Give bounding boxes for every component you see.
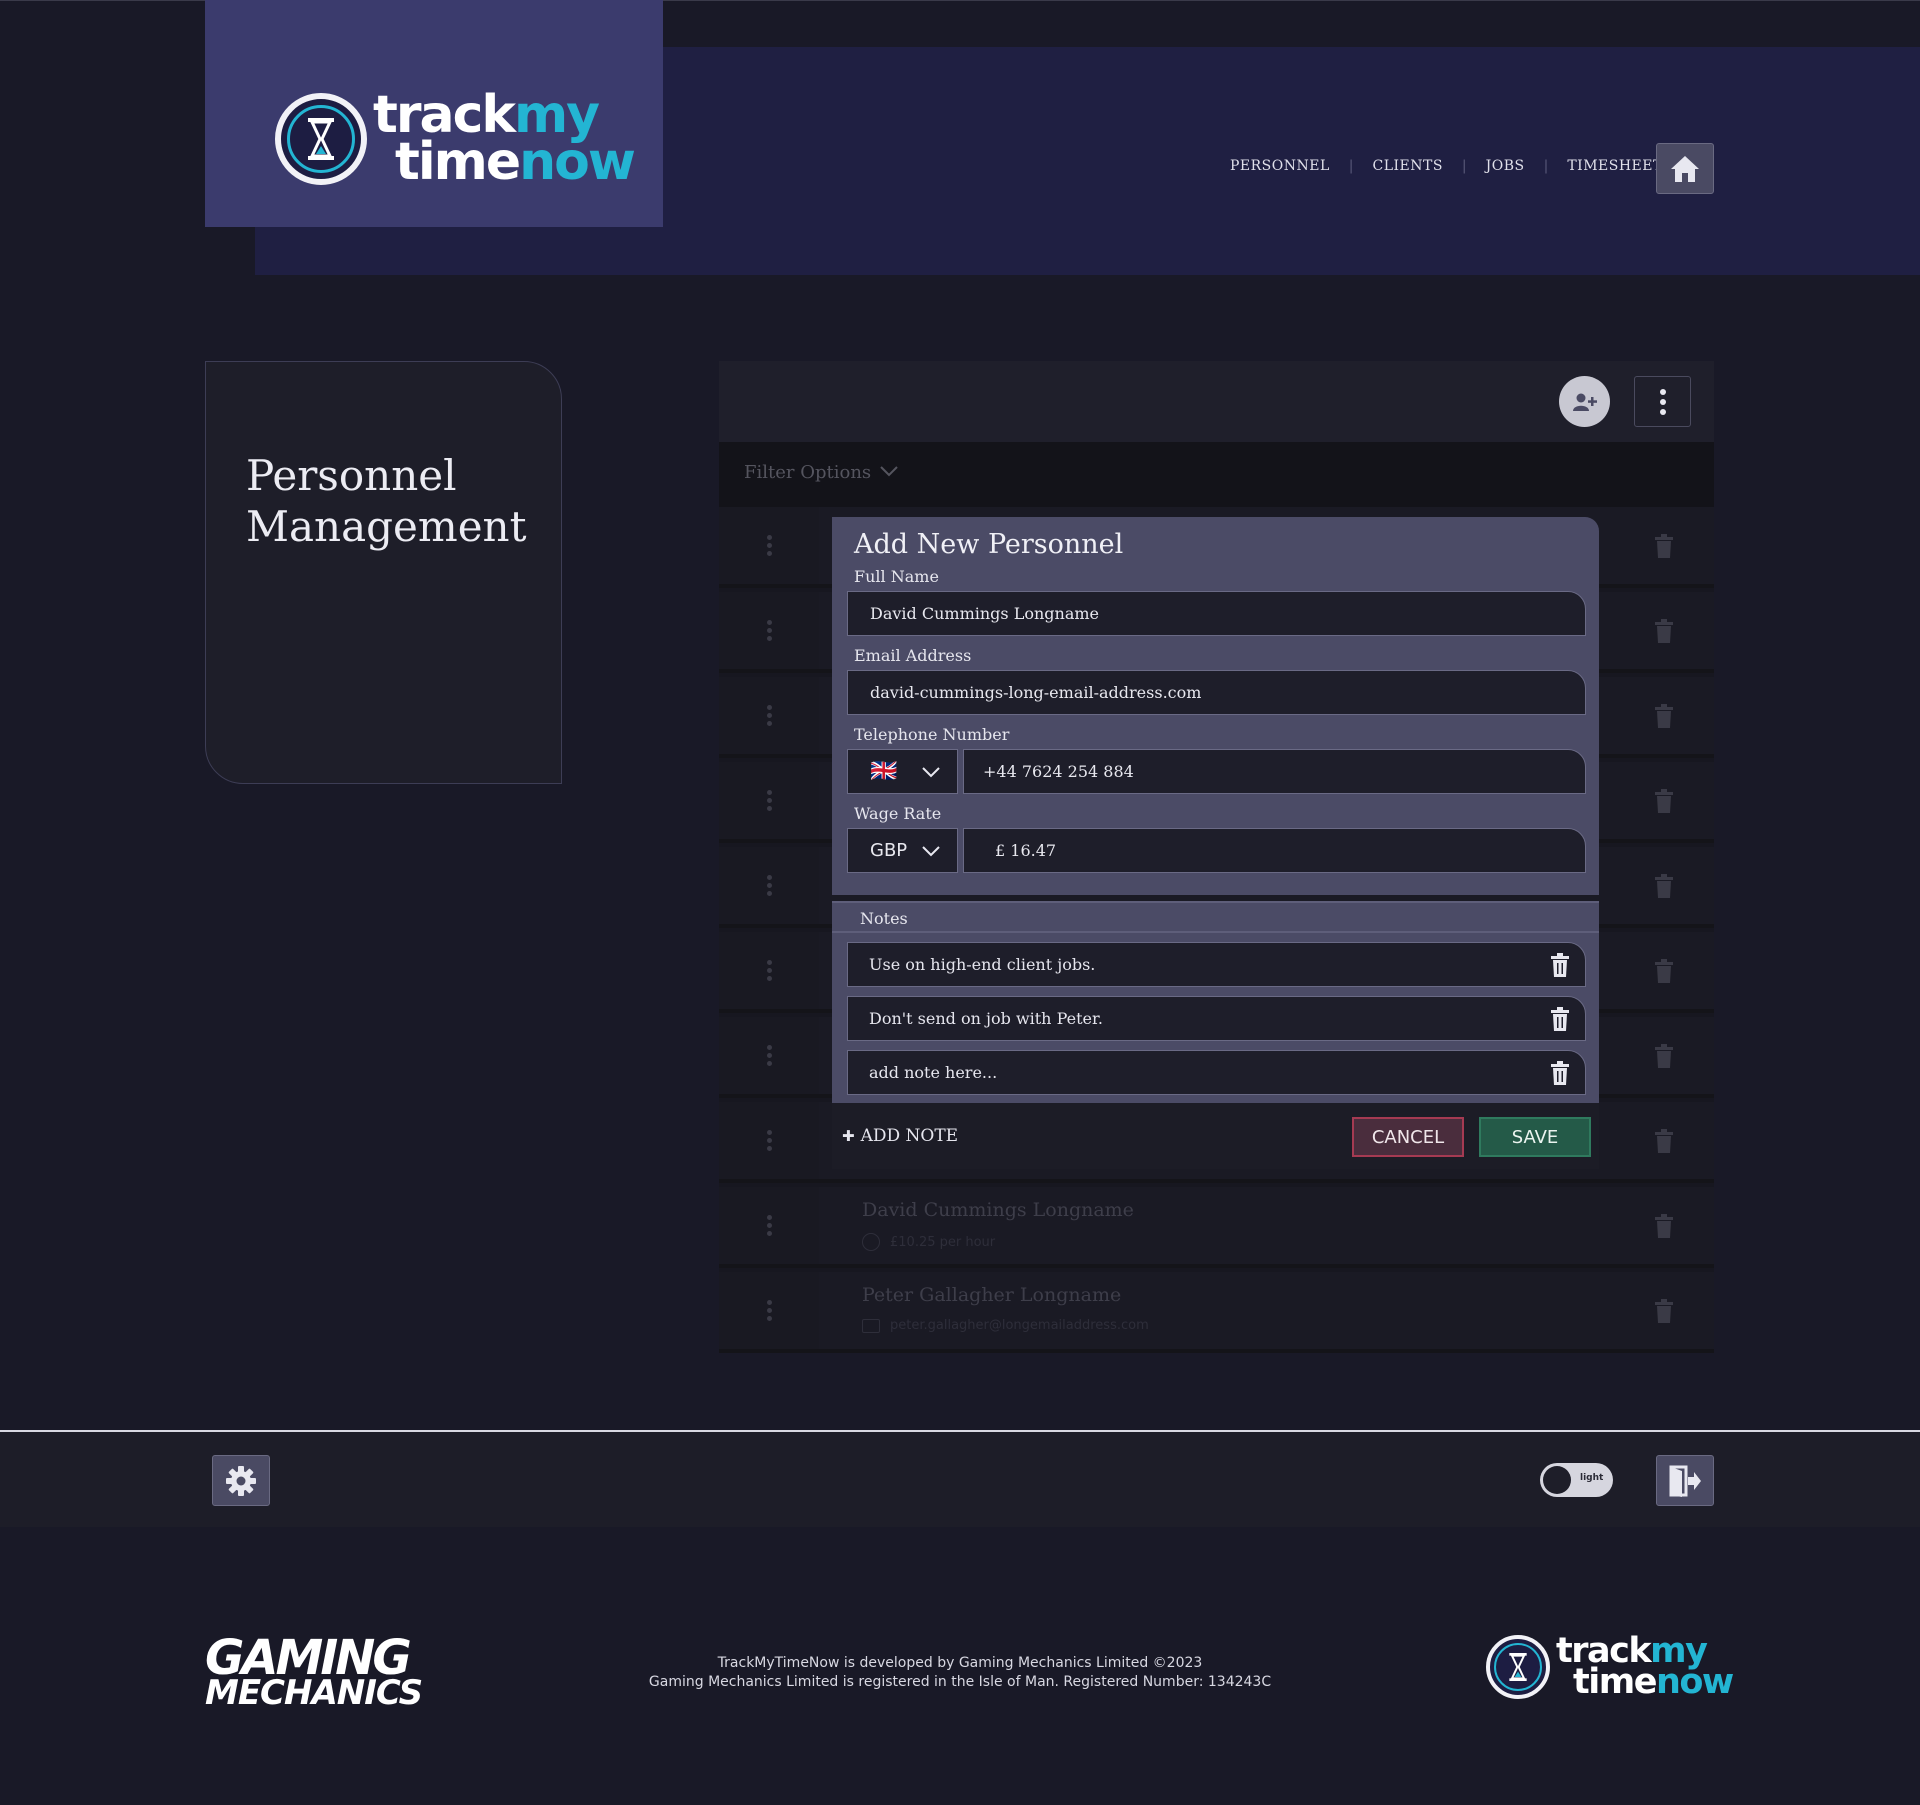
trash-icon[interactable] — [1614, 592, 1714, 669]
trash-icon[interactable] — [1614, 932, 1714, 1009]
dialog-title: Add New Personnel — [854, 529, 1124, 560]
gaming-mechanics-logo: GAMING MECHANICS — [205, 1630, 423, 1714]
trash-icon[interactable] — [1614, 762, 1714, 839]
vertical-dots-icon — [1659, 388, 1666, 415]
trash-icon[interactable] — [1551, 1007, 1569, 1031]
notes-label: Notes — [860, 909, 908, 928]
full-name-field[interactable]: David Cummings Longname — [847, 591, 1586, 636]
nav-separator: | — [1543, 158, 1549, 174]
drag-handle-icon[interactable] — [719, 1017, 819, 1094]
trash-icon[interactable] — [1614, 1102, 1714, 1179]
trash-icon[interactable] — [1614, 1017, 1714, 1094]
dialog-footer: ✚ ADD NOTE CANCEL SAVE — [832, 1103, 1599, 1169]
trash-icon[interactable] — [1551, 1061, 1569, 1085]
home-icon — [1671, 155, 1699, 182]
phone-label: Telephone Number — [854, 725, 1010, 744]
trash-icon[interactable] — [1551, 953, 1569, 977]
plus-icon: ✚ — [842, 1127, 855, 1145]
envelope-icon — [862, 1318, 880, 1333]
personnel-wage: £10.25 per hour — [862, 1233, 995, 1251]
email-field[interactable]: david-cummings-long-email-address.com — [847, 670, 1586, 715]
theme-toggle-label: light — [1580, 1473, 1604, 1483]
drag-handle-icon[interactable] — [719, 762, 819, 839]
drag-handle-icon[interactable] — [719, 592, 819, 669]
list-item[interactable]: Peter Gallagher Longname peter.gallagher… — [719, 1272, 1714, 1353]
wage-label: Wage Rate — [854, 804, 942, 823]
filter-label: Filter Options — [744, 462, 872, 483]
more-options-button[interactable] — [1634, 376, 1691, 427]
page-title: Personnel Management — [246, 451, 527, 551]
drag-handle-icon[interactable] — [719, 1102, 819, 1179]
dollar-icon — [862, 1233, 880, 1251]
hourglass-icon — [275, 92, 367, 185]
notes-header: Notes — [832, 901, 1599, 933]
personnel-email: peter.gallagher@longemailaddress.com — [862, 1318, 1149, 1333]
add-personnel-button[interactable] — [1559, 376, 1610, 427]
personnel-name: David Cummings Longname — [862, 1199, 1134, 1221]
filter-options-toggle[interactable]: Filter Options — [719, 442, 1714, 507]
chevron-down-icon — [922, 845, 940, 856]
uk-flag-icon: 🇬🇧 — [870, 759, 898, 784]
header-logo-box[interactable]: trackmy timenow — [205, 0, 663, 227]
drag-handle-icon[interactable] — [719, 507, 819, 584]
personnel-name: Peter Gallagher Longname — [862, 1284, 1122, 1306]
trash-icon[interactable] — [1614, 677, 1714, 754]
theme-toggle[interactable]: light — [1540, 1463, 1613, 1497]
chevron-down-icon — [880, 466, 898, 477]
note-field[interactable]: Don't send on job with Peter. — [847, 996, 1586, 1041]
phone-field[interactable]: +44 7624 254 884 — [963, 749, 1586, 794]
currency-select[interactable]: GBP — [847, 828, 958, 873]
trash-icon[interactable] — [1614, 1272, 1714, 1349]
main-nav: PERSONNEL | CLIENTS | JOBS | TIMESHEETS — [1230, 158, 1673, 174]
list-item[interactable]: David Cummings Longname £10.25 per hour — [719, 1187, 1714, 1268]
drag-handle-icon[interactable] — [719, 1187, 819, 1264]
drag-handle-icon[interactable] — [719, 932, 819, 1009]
add-note-button[interactable]: ✚ ADD NOTE — [842, 1126, 958, 1146]
gear-icon — [226, 1465, 256, 1496]
page-title-card: Personnel Management — [205, 361, 562, 784]
trackmytimenow-logo: trackmy timenow — [275, 89, 636, 188]
logout-icon — [1669, 1465, 1701, 1497]
home-button[interactable] — [1656, 143, 1714, 194]
cancel-button[interactable]: CANCEL — [1352, 1117, 1464, 1157]
hourglass-icon — [1486, 1635, 1550, 1699]
trash-icon[interactable] — [1614, 847, 1714, 924]
note-field[interactable]: add note here... — [847, 1050, 1586, 1095]
trackmytimenow-footer-logo: trackmy timenow — [1486, 1633, 1734, 1700]
settings-button[interactable] — [212, 1455, 270, 1506]
footer-text: TrackMyTimeNow is developed by Gaming Me… — [648, 1655, 1272, 1690]
drag-handle-icon[interactable] — [719, 847, 819, 924]
nav-personnel[interactable]: PERSONNEL — [1230, 158, 1330, 174]
trash-icon[interactable] — [1614, 1187, 1714, 1264]
drag-handle-icon[interactable] — [719, 1272, 819, 1349]
drag-handle-icon[interactable] — [719, 677, 819, 754]
add-personnel-dialog: Add New Personnel Full Name David Cummin… — [832, 517, 1599, 895]
add-user-icon — [1572, 393, 1597, 411]
notes-list: Use on high-end client jobs. Don't send … — [832, 933, 1599, 1103]
save-button[interactable]: SAVE — [1479, 1117, 1591, 1157]
full-name-label: Full Name — [854, 567, 939, 586]
nav-separator: | — [1461, 158, 1467, 174]
chevron-down-icon — [922, 766, 940, 777]
trash-icon[interactable] — [1614, 507, 1714, 584]
country-code-select[interactable]: 🇬🇧 — [847, 749, 958, 794]
wage-field[interactable]: £ 16.47 — [963, 828, 1586, 873]
toggle-knob — [1543, 1466, 1571, 1494]
nav-jobs[interactable]: JOBS — [1486, 158, 1525, 174]
panel-toolbar — [719, 361, 1714, 442]
nav-clients[interactable]: CLIENTS — [1372, 158, 1442, 174]
nav-separator: | — [1348, 158, 1354, 174]
logout-button[interactable] — [1656, 1455, 1714, 1506]
note-field[interactable]: Use on high-end client jobs. — [847, 942, 1586, 987]
bottom-toolbar — [0, 1432, 1920, 1527]
email-label: Email Address — [854, 646, 972, 665]
